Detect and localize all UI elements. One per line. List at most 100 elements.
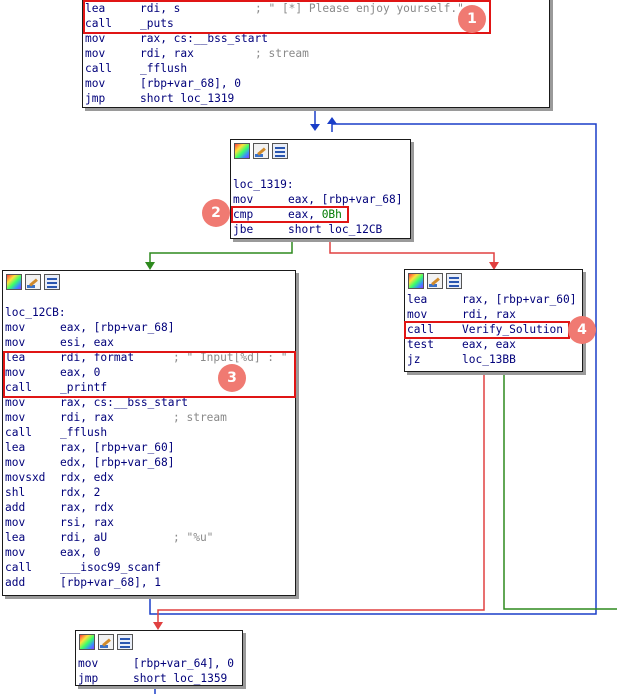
block-toolbar: [3, 271, 295, 293]
operands: short loc_12CB: [288, 223, 383, 236]
instruction-line[interactable]: call _fflush: [3, 425, 295, 440]
instruction-line[interactable]: mov rdi, rax ; stream: [83, 46, 549, 61]
instruction-line[interactable]: lea rax, [rbp+var_60]: [3, 440, 295, 455]
instruction-line[interactable]: lea rdi, format ; " Input[%d] : ": [3, 350, 295, 365]
instruction-list-icon[interactable]: [44, 274, 60, 290]
instruction-line[interactable]: mov edx, [rbp+var_68]: [3, 455, 295, 470]
instruction-line[interactable]: call Verify_Solution: [405, 322, 582, 337]
graph-color-icon[interactable]: [408, 273, 424, 289]
edge-loop-to-verify: [329, 238, 495, 262]
instruction-line[interactable]: jmp short loc_1359: [76, 671, 242, 686]
mnemonic: cmp: [233, 208, 254, 221]
mnemonic: lea: [407, 293, 428, 306]
instruction-line[interactable]: jmp short loc_1319: [83, 91, 549, 106]
instruction-line[interactable]: mov [rbp+var_64], 0: [76, 656, 242, 671]
edit-pencil-icon[interactable]: [253, 143, 269, 159]
mnemonic: lea: [85, 2, 106, 15]
edge-verify-to-right: [503, 372, 617, 610]
mnemonic: call: [5, 381, 32, 394]
operands: _printf: [60, 381, 108, 394]
instruction-line[interactable]: mov rax, cs:__bss_start: [3, 395, 295, 410]
operands: [rbp+var_68], 0: [140, 77, 242, 90]
block-label: loc_12CB:: [5, 306, 66, 319]
operands: short loc_1359: [133, 672, 228, 685]
edit-pencil-icon[interactable]: [427, 273, 443, 289]
mnemonic: lea: [5, 531, 26, 544]
operands: rdi, aU: [60, 531, 108, 544]
instruction-line[interactable]: mov eax, [rbp+var_68]: [231, 192, 410, 207]
instruction-line[interactable]: mov [rbp+var_68], 0: [83, 76, 549, 91]
instruction-list-icon[interactable]: [272, 143, 288, 159]
edit-pencil-icon[interactable]: [98, 634, 114, 650]
instruction-line[interactable]: mov rax, cs:__bss_start: [83, 31, 549, 46]
operands: ___isoc99_scanf: [60, 561, 162, 574]
mnemonic: mov: [85, 47, 106, 60]
operands: rsi, rax: [60, 516, 114, 529]
instruction-line[interactable]: add rax, rdx: [3, 500, 295, 515]
operands: loc_13BB: [462, 353, 516, 366]
instruction-line[interactable]: mov eax, 0: [3, 545, 295, 560]
mnemonic: jbe: [233, 223, 254, 236]
basic-block-verify[interactable]: lea rax, [rbp+var_60] mov rdi, rax call Verif…: [404, 269, 583, 372]
mnemonic: mov: [78, 657, 99, 670]
operands: Verify_Solution: [462, 323, 564, 336]
operands: edx, [rbp+var_68]: [60, 456, 175, 469]
instruction-line[interactable]: call _fflush: [83, 61, 549, 76]
graph-color-icon[interactable]: [79, 634, 95, 650]
instruction-line[interactable]: add [rbp+var_68], 1: [3, 575, 295, 590]
mnemonic: shl: [5, 486, 26, 499]
instruction-line[interactable]: mov rdi, rax: [405, 307, 582, 322]
mnemonic: test: [407, 338, 434, 351]
edge-loop-to-input-arrow: [145, 262, 155, 270]
instruction-line[interactable]: call _printf: [3, 380, 295, 395]
instruction-line[interactable]: jz loc_13BB: [405, 352, 582, 367]
mnemonic: jmp: [85, 92, 106, 105]
instruction-list-icon[interactable]: [446, 273, 462, 289]
instruction-line[interactable]: cmp eax, 0Bh: [231, 207, 410, 222]
instruction-line[interactable]: jbe short loc_12CB: [231, 222, 410, 237]
mnemonic: call: [5, 426, 32, 439]
operands: eax, 0: [60, 366, 101, 379]
instruction-line[interactable]: test eax, eax: [405, 337, 582, 352]
operands: eax, eax: [462, 338, 516, 351]
instruction-list-icon[interactable]: [117, 634, 133, 650]
operands: rax, [rbp+var_60]: [462, 293, 577, 306]
mnemonic: lea: [5, 351, 26, 364]
edge-verify-to-bottom-arrow: [153, 622, 163, 630]
comment: ; stream: [255, 47, 309, 60]
basic-block-loc-12cb[interactable]: loc_12CB: mov eax, [rbp+var_68] mov esi, ea…: [2, 270, 296, 596]
operands: rdi, rax: [462, 308, 516, 321]
operands: short loc_1319: [140, 92, 235, 105]
mnemonic: mov: [85, 77, 106, 90]
operands: rdi, rax: [60, 411, 114, 424]
comment: ; " [*] Please enjoy yourself.": [255, 2, 464, 15]
instruction-line[interactable]: mov eax, 0: [3, 365, 295, 380]
instruction-line[interactable]: lea rax, [rbp+var_60]: [405, 292, 582, 307]
basic-block-loc-1319[interactable]: loc_1319: mov eax, [rbp+var_68] cmp eax, 0B…: [230, 139, 411, 239]
edge-top-to-loop-arrow: [310, 124, 320, 131]
instruction-line[interactable]: lea rdi, aU ; "%u": [3, 530, 295, 545]
basic-block-bottom[interactable]: mov [rbp+var_64], 0 jmp short loc_1359: [75, 630, 243, 686]
operands: [rbp+var_68], 1: [60, 576, 162, 589]
mnemonic: mov: [5, 321, 26, 334]
operands: rdi, s: [140, 2, 181, 15]
edit-pencil-icon[interactable]: [25, 274, 41, 290]
mnemonic: mov: [5, 366, 26, 379]
operands: _puts: [140, 17, 174, 30]
mnemonic: mov: [5, 546, 26, 559]
operands: eax, 0Bh: [288, 207, 342, 222]
block-toolbar: [76, 631, 242, 653]
instruction-line[interactable]: shl rdx, 2: [3, 485, 295, 500]
mnemonic: lea: [5, 441, 26, 454]
instruction-line[interactable]: mov rsi, rax: [3, 515, 295, 530]
instruction-line[interactable]: call ___isoc99_scanf: [3, 560, 295, 575]
instruction-line[interactable]: mov esi, eax: [3, 335, 295, 350]
instruction-line[interactable]: movsxd rdx, edx: [3, 470, 295, 485]
operand-immediate: 0Bh: [321, 208, 342, 221]
instruction-line[interactable]: mov eax, [rbp+var_68]: [3, 320, 295, 335]
annotation-badge-2: 2: [202, 199, 230, 227]
graph-color-icon[interactable]: [6, 274, 22, 290]
mnemonic: mov: [5, 396, 26, 409]
graph-color-icon[interactable]: [234, 143, 250, 159]
instruction-line[interactable]: mov rdi, rax ; stream: [3, 410, 295, 425]
